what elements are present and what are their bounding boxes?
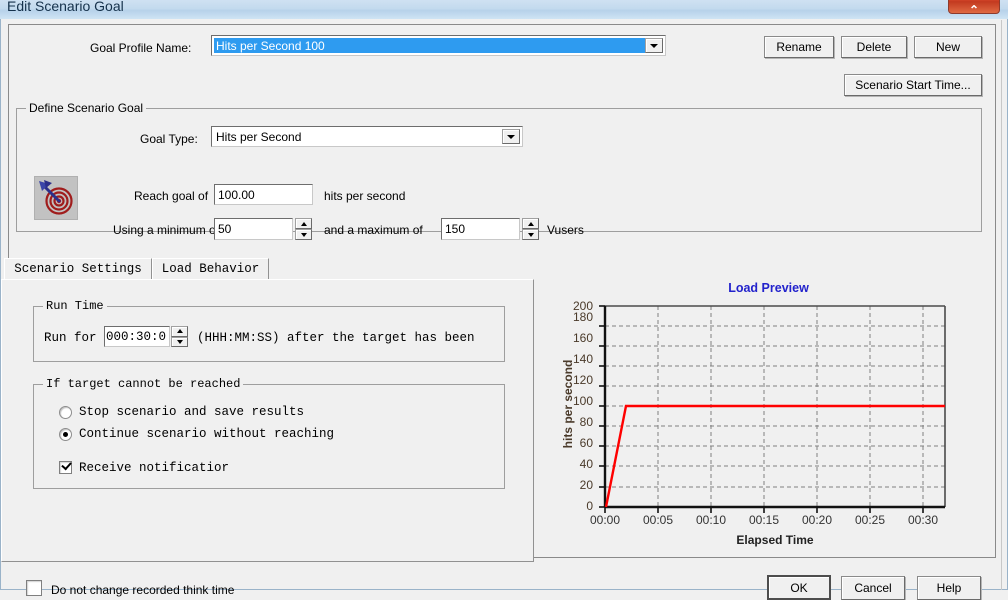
minimum-vusers-input[interactable]: 50 [214,218,293,240]
caret-down-icon [527,232,534,237]
run-for-label: Run for [44,331,97,345]
reach-goal-units-label: hits per second [324,189,406,203]
chevron-down-icon [650,43,658,48]
tab-strip: Scenario Settings Load Behavior [1,258,537,280]
scenario-start-time-button[interactable]: Scenario Start Time... [844,74,982,96]
window-title: Edit Scenario Goal [7,0,124,14]
minimum-vusers-stepper[interactable] [295,218,312,240]
run-for-stepper[interactable] [171,326,188,347]
stepper-up-button[interactable] [171,326,188,337]
think-time-checkbox[interactable] [26,580,42,596]
goal-type-label: Goal Type: [140,132,198,146]
stepper-down-button[interactable] [522,229,539,240]
tab-scenario-settings[interactable]: Scenario Settings [4,258,152,279]
title-bar: Edit Scenario Goal [0,0,1008,20]
chart-xtick: 00:15 [748,513,780,527]
run-time-title: Run Time [43,299,107,313]
target-unreachable-title: If target cannot be reached [43,377,244,391]
goal-profile-name-label: Goal Profile Name: [90,41,192,55]
delete-button[interactable]: Delete [841,36,907,58]
reach-goal-input[interactable]: 100.00 [214,184,313,205]
goal-profile-name-combo[interactable]: Hits per Second 100 [211,35,666,56]
dialog-client-area: Goal Profile Name: Hits per Second 100 R… [0,19,1008,600]
maximum-label: and a maximum of [324,223,423,237]
maximum-vusers-input[interactable]: 150 [441,218,520,240]
tab-load-behavior[interactable]: Load Behavior [152,258,269,279]
chart-xtick: 00:25 [854,513,886,527]
radio-stop-scenario-label: Stop scenario and save results [79,405,305,419]
run-for-suffix-label: (HHH:MM:SS) after the target has been [197,331,475,345]
goal-type-combo[interactable]: Hits per Second [211,126,523,147]
close-icon: ⌃ [968,3,980,17]
help-button[interactable]: Help [917,576,981,600]
receive-notification-checkbox[interactable] [59,459,72,474]
chart-xtick: 00:05 [642,513,674,527]
radio-continue-scenario-label: Continue scenario without reaching [79,427,335,441]
define-scenario-goal-title: Define Scenario Goal [26,101,147,115]
new-button[interactable]: New [914,36,982,58]
vusers-label: Vusers [547,223,584,237]
rename-button[interactable]: Rename [764,36,834,58]
maximum-vusers-stepper[interactable] [522,218,539,240]
goal-type-value: Hits per Second [216,129,302,144]
goal-type-dropdown-button[interactable] [502,129,520,144]
edit-scenario-goal-dialog: Edit Scenario Goal ⌃ Goal Profile Name: … [0,0,1008,600]
goal-profile-dropdown-button[interactable] [645,38,663,53]
checkmark-icon [61,459,72,471]
chart-xtick: 00:10 [695,513,727,527]
right-divider [1001,20,1002,590]
radio-stop-scenario[interactable] [59,406,72,419]
caret-up-icon [527,221,534,226]
stepper-up-button[interactable] [295,218,312,229]
think-time-label: Do not change recorded think time [51,583,235,597]
load-preview-chart: Load Preview hits per second Elapsed Tim… [541,277,996,557]
goal-profile-name-value: Hits per Second 100 [214,38,646,53]
run-for-input[interactable]: 000:30:0 [104,326,170,347]
radio-selected-dot [63,432,68,437]
caret-down-icon [300,232,307,237]
chart-xtick: 00:30 [907,513,939,527]
chart-xtick: 00:00 [589,513,621,527]
stepper-down-button[interactable] [171,336,188,347]
dartboard-icon [39,180,73,215]
reach-goal-label: Reach goal of [134,189,209,203]
caret-down-icon [176,339,183,344]
caret-up-icon [176,329,183,334]
receive-notification-label: Receive notificatior [79,461,230,475]
target-goal-icon [34,176,78,220]
chevron-down-icon [507,134,515,139]
minimum-label: Using a minimum of [113,223,220,237]
ok-button[interactable]: OK [767,575,831,600]
close-button[interactable]: ⌃ [948,0,1000,17]
stepper-down-button[interactable] [295,229,312,240]
caret-up-icon [300,221,307,226]
cancel-button[interactable]: Cancel [841,576,905,600]
chart-xtick: 00:20 [801,513,833,527]
stepper-up-button[interactable] [522,218,539,229]
radio-continue-scenario[interactable] [59,428,72,441]
